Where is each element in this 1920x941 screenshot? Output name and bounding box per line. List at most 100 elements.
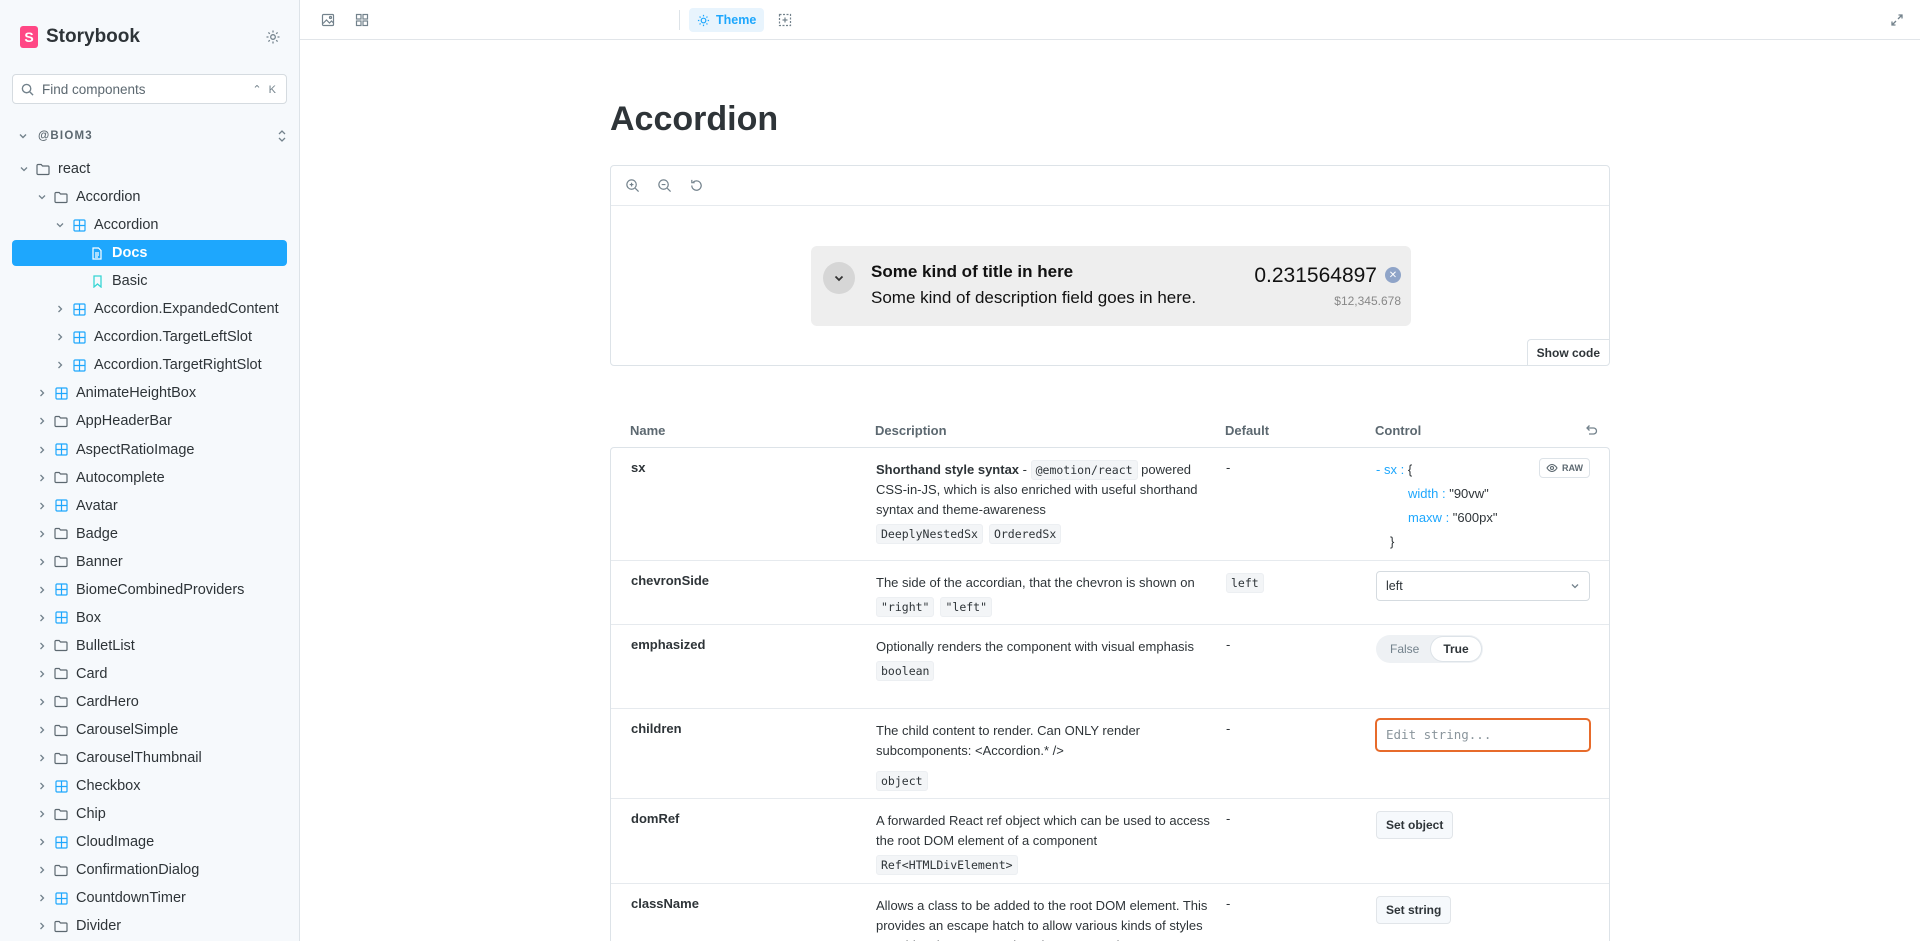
sidebar-item-avatar[interactable]: Avatar (12, 493, 287, 519)
collapse-toggle[interactable]: - (1376, 462, 1380, 477)
desc-text: A forwarded React ref object which can b… (876, 813, 1210, 848)
sidebar-item-biomecombinedproviders[interactable]: BiomeCombinedProviders (12, 577, 287, 603)
table-row: className Allows a class to be added to … (611, 884, 1609, 941)
sidebar-item-card[interactable]: Card (12, 661, 287, 687)
storybook-logo-icon: S (20, 26, 38, 48)
object-value[interactable]: "90vw" (1449, 486, 1489, 501)
sidebar-item-accordion[interactable]: Accordion (12, 184, 287, 210)
sidebar-item-label: Accordion (76, 189, 141, 206)
sidebar-item-animateheightbox[interactable]: AnimateHeightBox (12, 380, 287, 406)
sidebar-item-accordion-targetrightslot[interactable]: Accordion.TargetRightSlot (12, 352, 287, 378)
accordion-preview[interactable]: Some kind of title in here Some kind of … (811, 246, 1411, 326)
preview-title: Some kind of title in here (871, 262, 1074, 281)
sidebar-item-label: CarouselSimple (76, 722, 179, 738)
sidebar-item-docs[interactable]: Docs (12, 240, 287, 267)
table-row: domRef A forwarded React ref object whic… (611, 799, 1609, 884)
sidebar-item-aspectratioimage[interactable]: AspectRatioImage (12, 437, 287, 463)
fullscreen-icon[interactable] (1885, 8, 1909, 32)
search-input[interactable]: Find components ⌃ K (12, 74, 287, 104)
boolean-control[interactable]: False True (1376, 635, 1590, 663)
chevron-right-icon (54, 332, 66, 342)
sidebar-item-bulletlist[interactable]: BulletList (12, 633, 287, 659)
gear-icon[interactable] (262, 26, 284, 48)
eye-icon (1546, 463, 1558, 473)
chevron-right-icon (54, 360, 66, 370)
object-control[interactable]: - sx : { width : "90vw" maxw : "600px" }… (1376, 458, 1590, 554)
object-value[interactable]: "600px" (1453, 510, 1498, 525)
section-header[interactable]: @BIOM3 (18, 125, 288, 147)
zoom-reset-icon[interactable] (689, 178, 704, 193)
search-shortcut: ⌃ K (252, 83, 278, 96)
sidebar-item-divider[interactable]: Divider (12, 913, 287, 939)
prop-description: A forwarded React ref object which can b… (876, 811, 1211, 875)
raw-toggle-button[interactable]: RAW (1539, 458, 1590, 478)
sidebar-item-basic[interactable]: Basic (12, 268, 287, 294)
zoom-in-icon[interactable] (625, 178, 640, 193)
sidebar-item-carouselsimple[interactable]: CarouselSimple (12, 717, 287, 743)
chevron-side-select[interactable]: left (1376, 571, 1590, 601)
sidebar-item-label: react (58, 161, 91, 177)
chevron-right-icon (36, 753, 48, 763)
grid-icon[interactable] (350, 8, 374, 32)
sidebar-item-label: CountdownTimer (76, 890, 186, 907)
sidebar-item-cloudimage[interactable]: CloudImage (12, 829, 287, 855)
object-entry[interactable]: maxw : "600px" (1376, 506, 1590, 530)
zoom-out-icon[interactable] (657, 178, 672, 193)
object-control[interactable]: Set object (1376, 811, 1590, 839)
document-icon (90, 246, 104, 260)
sidebar-item-confirmationdialog[interactable]: ConfirmationDialog (12, 857, 287, 883)
string-control[interactable]: Set string (1376, 896, 1590, 924)
sidebar-item-badge[interactable]: Badge (12, 521, 287, 547)
theme-label: Theme (716, 13, 757, 27)
set-object-button[interactable]: Set object (1376, 811, 1454, 839)
sidebar-item-label: Autocomplete (76, 469, 165, 486)
chevron-right-icon (36, 641, 48, 651)
text-control[interactable]: Edit string... (1376, 719, 1590, 751)
select-control[interactable]: left (1376, 571, 1590, 601)
sidebar-item-accordion-expandedcontent[interactable]: Accordion.ExpandedContent (12, 296, 287, 322)
table-row: sx Shorthand style syntax - @emotion/rea… (611, 448, 1609, 561)
sidebar-item-checkbox[interactable]: Checkbox (12, 773, 287, 799)
set-string-button[interactable]: Set string (1376, 896, 1452, 924)
sidebar-item-label: AnimateHeightBox (76, 385, 197, 402)
sidebar-item-accordion-targetleftslot[interactable]: Accordion.TargetLeftSlot (12, 324, 287, 350)
show-code-button[interactable]: Show code (1526, 339, 1609, 365)
sidebar-item-cardhero[interactable]: CardHero (12, 689, 287, 715)
desc-text: Allows a class to be added to the root D… (876, 898, 1208, 941)
toggle-true[interactable]: True (1431, 637, 1481, 661)
object-colon: : (1441, 510, 1453, 525)
image-icon[interactable] (316, 8, 340, 32)
undo-icon[interactable] (1584, 423, 1598, 437)
outline-icon[interactable] (773, 8, 797, 32)
children-textarea[interactable]: Edit string... (1376, 719, 1590, 751)
prop-default: - (1226, 637, 1231, 652)
folder-icon (54, 414, 68, 428)
theme-button[interactable]: Theme (689, 8, 765, 32)
args-table-header: Name Description Default Control (610, 415, 1610, 447)
object-entry[interactable]: width : "90vw" (1376, 482, 1590, 506)
toolbar: Theme (300, 0, 1920, 40)
sidebar-item-appheaderbar[interactable]: AppHeaderBar (12, 408, 287, 434)
sidebar-item-autocomplete[interactable]: Autocomplete (12, 465, 287, 491)
sidebar-item-chip[interactable]: Chip (12, 801, 287, 827)
expand-collapse-icon[interactable] (276, 129, 288, 143)
chevron-down-icon[interactable] (823, 262, 855, 294)
chevron-down-icon (1570, 581, 1580, 591)
sidebar-item-box[interactable]: Box (12, 605, 287, 631)
header-control: Control (1375, 423, 1422, 438)
chevron-right-icon (36, 445, 48, 455)
sidebar-item-carouselthumbnail[interactable]: CarouselThumbnail (12, 745, 287, 771)
brand[interactable]: S Storybook (20, 26, 140, 48)
folder-icon (54, 527, 68, 541)
sidebar-item-banner[interactable]: Banner (12, 549, 287, 575)
type-tags: DeeplyNestedSx OrderedSx (876, 524, 1211, 544)
sidebar-item-accordion[interactable]: Accordion (12, 212, 287, 238)
prop-name: chevronSide (631, 573, 710, 588)
prop-name: sx (631, 460, 646, 475)
toggle-false[interactable]: False (1378, 637, 1431, 661)
type-tags: object (876, 771, 1211, 791)
boolean-toggle[interactable]: False True (1376, 635, 1483, 663)
component-icon (54, 779, 68, 793)
sidebar-item-react[interactable]: react (12, 156, 287, 182)
sidebar-item-countdowntimer[interactable]: CountdownTimer (12, 885, 287, 911)
